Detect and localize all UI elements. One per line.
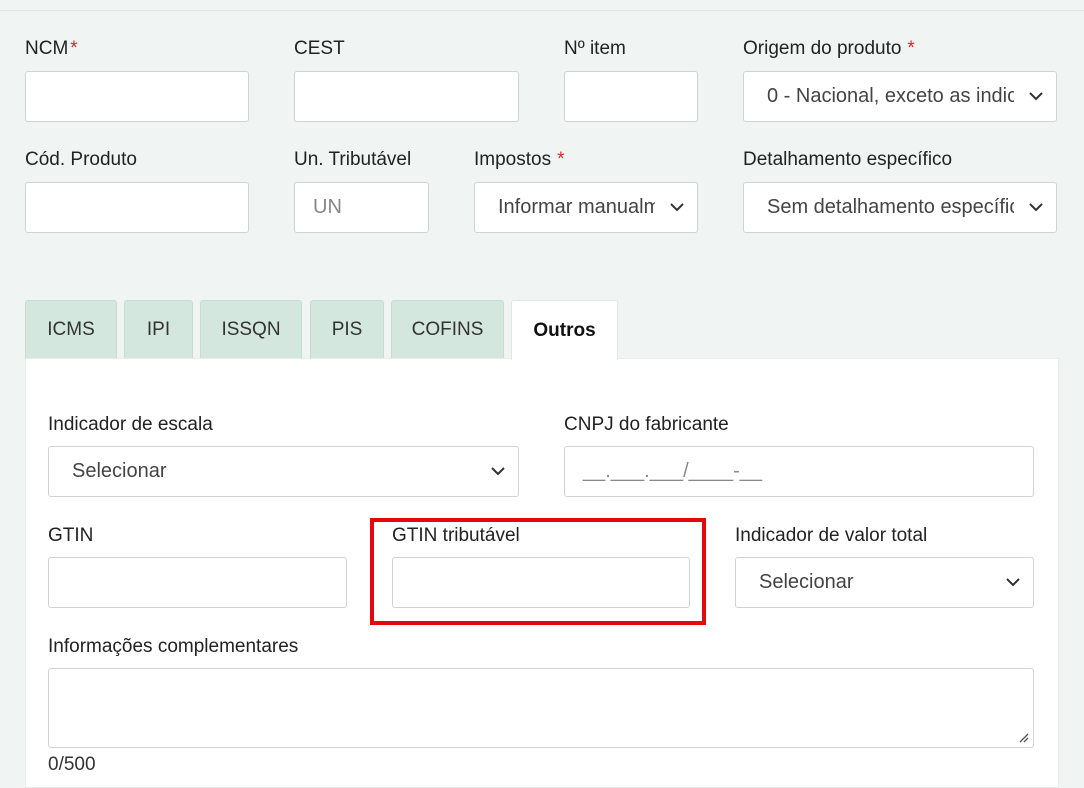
item-number-input[interactable]	[564, 71, 698, 122]
product-code-label: Cód. Produto	[25, 149, 137, 170]
additional-info-label: Informações complementares	[48, 636, 299, 657]
tab-cofins[interactable]: COFINS	[391, 300, 504, 359]
gtin-label: GTIN	[48, 525, 94, 546]
detail-select[interactable]: Sem detalhamento específico	[743, 182, 1057, 233]
chevron-down-icon	[670, 202, 684, 211]
manufacturer-cnpj-label: CNPJ do fabricante	[564, 414, 729, 435]
product-code-input[interactable]	[25, 182, 249, 233]
unit-input[interactable]: UN	[294, 182, 429, 233]
tab-pis[interactable]: PIS	[310, 300, 384, 359]
scale-indicator-select[interactable]: Selecionar	[48, 446, 519, 497]
tab-icms[interactable]: ICMS	[25, 300, 117, 359]
manufacturer-cnpj-input[interactable]: __.___.___/____-__	[564, 446, 1034, 497]
ncm-input[interactable]	[25, 71, 249, 122]
total-value-indicator-select[interactable]: Selecionar	[735, 557, 1034, 608]
tab-issqn[interactable]: ISSQN	[200, 300, 302, 359]
item-number-label: Nº item	[564, 38, 626, 59]
total-value-indicator-label: Indicador de valor total	[735, 525, 928, 546]
origin-select[interactable]: 0 - Nacional, exceto as indicadas nos có…	[743, 71, 1057, 122]
additional-info-textarea[interactable]	[48, 668, 1034, 748]
resize-handle-icon[interactable]	[1017, 731, 1029, 743]
character-counter: 0/500	[48, 754, 96, 775]
unit-label: Un. Tributável	[294, 149, 412, 170]
chevron-down-icon	[1006, 577, 1020, 586]
top-divider	[0, 10, 1084, 11]
taxes-select[interactable]: Informar manualmente	[474, 182, 698, 233]
tab-ipi[interactable]: IPI	[124, 300, 193, 359]
gtin-taxable-highlight	[370, 518, 706, 625]
cest-input[interactable]	[294, 71, 519, 122]
tab-outros[interactable]: Outros	[511, 300, 618, 360]
detail-label: Detalhamento específico	[743, 149, 953, 170]
origin-label: Origem do produto *	[743, 38, 915, 59]
gtin-input[interactable]	[48, 557, 347, 608]
ncm-label: NCM *	[25, 38, 78, 59]
chevron-down-icon	[1029, 91, 1043, 100]
cest-label: CEST	[294, 38, 345, 59]
chevron-down-icon	[491, 466, 505, 475]
scale-indicator-label: Indicador de escala	[48, 414, 213, 435]
chevron-down-icon	[1029, 202, 1043, 211]
taxes-label: Impostos *	[474, 149, 565, 170]
